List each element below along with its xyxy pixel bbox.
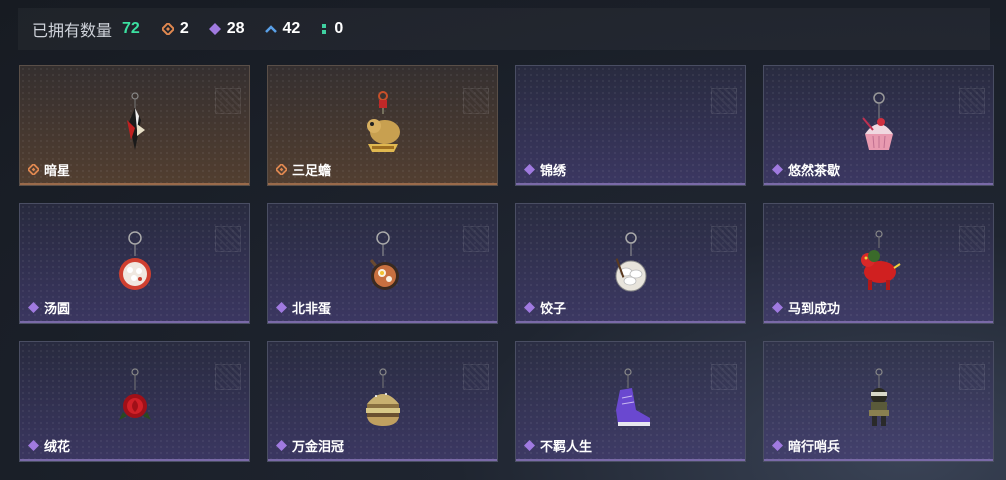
sentinel-figure-charm-icon — [868, 368, 889, 426]
item-name: 悠然茶歇 — [788, 163, 841, 178]
orange-diamond-icon — [276, 164, 287, 175]
card-decoration — [959, 364, 985, 390]
rice-ball-soup-charm-icon — [118, 231, 151, 290]
blue-chevron-icon — [264, 25, 277, 33]
purple-diamond-icon — [524, 164, 535, 175]
green-count: 0 — [334, 20, 344, 37]
card-decoration — [959, 226, 985, 252]
purple-diamond-icon — [276, 440, 287, 451]
item-name: 三足蟾 — [292, 163, 332, 178]
item-card[interactable]: 锦绣 — [515, 65, 746, 186]
item-card[interactable]: 万金泪冠 — [267, 341, 498, 462]
purple-count: 28 — [226, 20, 245, 37]
item-grid: 暗星 三足蟾 锦绣 悠然茶歇 汤圆 北非蛋 饺子 马到成功 绒花 万金泪冠 不羁… — [19, 65, 994, 462]
item-card[interactable]: 不羁人生 — [515, 341, 746, 462]
purple-diamond-icon — [208, 23, 221, 35]
velvet-rose-charm-icon — [118, 368, 151, 420]
shakshuka-charm-icon — [369, 231, 399, 290]
purple-diamond-icon — [276, 302, 287, 313]
rarity-stat-blue: 42 — [264, 20, 301, 38]
purple-diamond-icon — [28, 302, 39, 313]
rarity-stat-purple: 28 — [208, 20, 245, 38]
purple-diamond-icon — [28, 440, 39, 451]
card-decoration — [711, 88, 737, 114]
item-name: 万金泪冠 — [292, 439, 345, 454]
dark-star-charm-icon — [126, 92, 145, 150]
item-card[interactable]: 悠然茶歇 — [763, 65, 994, 186]
purple-diamond-icon — [772, 440, 783, 451]
item-card[interactable]: 绒花 — [19, 341, 250, 462]
item-card[interactable]: 北非蛋 — [267, 203, 498, 324]
golden-burger-charm-icon — [365, 368, 400, 426]
green-dots-icon — [322, 24, 327, 34]
card-decoration — [215, 226, 241, 252]
item-card[interactable]: 三足蟾 — [267, 65, 498, 186]
orange-count: 2 — [179, 20, 189, 37]
item-name: 绒花 — [44, 439, 71, 454]
item-name: 北非蛋 — [292, 301, 332, 316]
owned-label: 已拥有数量 — [32, 23, 113, 40]
red-horse-charm-icon — [860, 230, 901, 290]
cupcake-charm-icon — [861, 92, 893, 150]
card-decoration — [711, 226, 737, 252]
purple-diamond-icon — [772, 164, 783, 175]
card-decoration — [463, 226, 489, 252]
card-decoration — [215, 364, 241, 390]
item-name: 锦绣 — [540, 163, 567, 178]
item-name: 汤圆 — [44, 301, 71, 316]
card-decoration — [463, 88, 489, 114]
card-decoration — [463, 364, 489, 390]
rarity-stat-green: 0 — [320, 20, 343, 38]
item-card[interactable]: 饺子 — [515, 203, 746, 324]
item-card[interactable]: 汤圆 — [19, 203, 250, 324]
item-name: 马到成功 — [788, 301, 841, 316]
dumplings-charm-icon — [615, 232, 646, 292]
owned-count: 72 — [122, 20, 140, 37]
purple-sneaker-charm-icon — [615, 368, 650, 426]
card-decoration — [215, 88, 241, 114]
item-card[interactable]: 马到成功 — [763, 203, 994, 324]
purple-diamond-icon — [524, 440, 535, 451]
purple-diamond-icon — [772, 302, 783, 313]
collection-header: 已拥有数量 72 2 28 42 0 — [18, 8, 990, 50]
item-name: 暗星 — [44, 163, 71, 178]
item-name: 不羁人生 — [540, 439, 593, 454]
item-card[interactable]: 暗行哨兵 — [763, 341, 994, 462]
card-decoration — [959, 88, 985, 114]
rarity-stat-orange: 2 — [161, 20, 189, 38]
card-decoration — [711, 364, 737, 390]
orange-diamond-icon — [161, 23, 174, 35]
item-name: 饺子 — [540, 301, 567, 316]
item-name: 暗行哨兵 — [788, 439, 841, 454]
orange-diamond-icon — [28, 164, 39, 175]
golden-toad-charm-icon — [366, 91, 400, 152]
item-card[interactable]: 暗星 — [19, 65, 250, 186]
blue-count: 42 — [282, 20, 301, 37]
purple-diamond-icon — [524, 302, 535, 313]
